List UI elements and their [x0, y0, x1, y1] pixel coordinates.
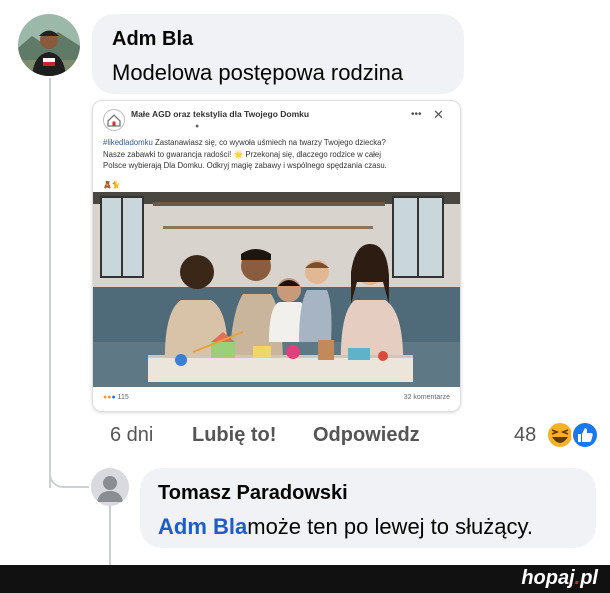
post-hashtag: #likedladomku: [103, 138, 153, 147]
post-line: Zastanawiasz się, co wywoła uśmiech na t…: [152, 138, 386, 147]
shared-post-screenshot: Małe AGD oraz tekstylia dla Twojego Domk…: [92, 100, 461, 412]
default-avatar[interactable]: [91, 468, 129, 506]
post-comment-count: 32 komentarze: [403, 394, 450, 401]
post-reaction-count: ●●● 115: [103, 394, 129, 401]
family-photo: [93, 192, 460, 387]
brand-main: hopaj: [521, 567, 575, 589]
post-emojis: 🧸🐈: [103, 182, 121, 189]
reaction-icons[interactable]: [545, 420, 603, 450]
haha-icon: [546, 421, 574, 449]
reply-thread-line: [109, 505, 111, 565]
watermark-bar: hopaj.pl: [0, 565, 610, 593]
post-text: #likedladomku Zastanawiasz się, co wywoł…: [103, 137, 453, 172]
reply-text-body: może ten po lewej to służący.: [247, 514, 533, 539]
more-dots-icon: •••: [411, 109, 422, 120]
post-reactions-number: 115: [117, 394, 129, 401]
mention-link[interactable]: Adm Bla: [158, 514, 247, 539]
reply-button[interactable]: Odpowiedz: [313, 424, 420, 447]
comment-author[interactable]: Adm Bla: [112, 28, 193, 51]
reaction-count[interactable]: 48: [514, 424, 536, 447]
like-button[interactable]: Lubię to!: [192, 424, 276, 447]
post-line: Nasze zabawki to gwarancja radości! 🌟 Pr…: [103, 149, 381, 159]
avatar[interactable]: [18, 14, 80, 76]
site-watermark: hopaj.pl: [521, 567, 598, 590]
like-icon: [571, 421, 599, 449]
page-logo-icon: [103, 109, 125, 131]
comment-timestamp[interactable]: 6 dni: [110, 424, 153, 447]
close-icon: ✕: [433, 107, 444, 122]
post-line: Polsce wybierają Dla Domku. Odkryj magię…: [103, 161, 387, 170]
thread-line: [49, 78, 51, 488]
comment-text: Modelowa postępowa rodzina: [112, 60, 404, 85]
brand-tld: pl: [580, 567, 598, 589]
reply-bubble: Tomasz Paradowski Adm Blamoże ten po lew…: [140, 468, 596, 548]
post-page-name: Małe AGD oraz tekstylia dla Twojego Domk…: [131, 109, 310, 119]
person-icon: [91, 468, 129, 506]
thread-connector: [49, 466, 89, 488]
comment-bubble: Adm Bla Modelowa postępowa rodzina: [92, 14, 464, 94]
reply-text: Adm Blamoże ten po lewej to służący.: [158, 514, 533, 540]
reply-author[interactable]: Tomasz Paradowski: [158, 482, 348, 505]
globe-icon: ●: [195, 123, 200, 130]
